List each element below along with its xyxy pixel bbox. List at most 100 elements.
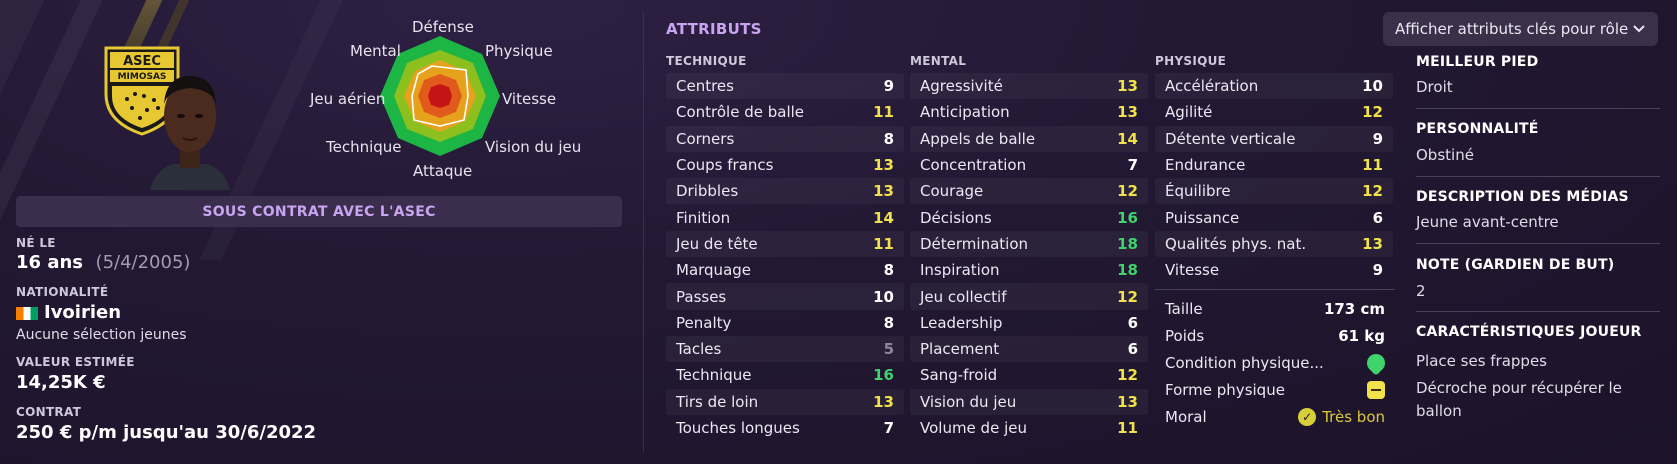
goalkeeper-rating-value: 2 xyxy=(1416,282,1426,300)
radar-label-attaque: Attaque xyxy=(413,162,473,180)
technique-attribute-list: Centres 9 Contrôle de balle 11 Corners 8 Coups… xyxy=(666,73,904,441)
key-attributes-role-dropdown[interactable]: Afficher attributs clés pour rôle xyxy=(1383,12,1658,46)
attribute-value: 13 xyxy=(1117,103,1138,122)
attribute-value: 10 xyxy=(873,287,894,306)
player-traits-label: CARACTÉRISTIQUES JOUEUR xyxy=(1416,324,1642,340)
attribute-name: Endurance xyxy=(1165,156,1246,175)
attribute-value: 13 xyxy=(1362,234,1383,253)
attribute-row-technique[interactable]: Touches longues 7 xyxy=(666,415,904,441)
attribute-row-technique[interactable]: Centres 9 xyxy=(666,73,904,100)
attribute-name: Détente verticale xyxy=(1165,129,1296,148)
attribute-row-mental[interactable]: Jeu collectif 12 xyxy=(910,283,1148,310)
born-label: NÉ LE xyxy=(16,236,56,250)
attribute-name: Décisions xyxy=(920,208,992,227)
attribute-row-technique[interactable]: Contrôle de balle 11 xyxy=(666,99,904,125)
attribute-row-mental[interactable]: Concentration 7 xyxy=(910,152,1148,178)
attribute-row-mental[interactable]: Leadership 6 xyxy=(910,310,1148,336)
attribute-value: 14 xyxy=(873,208,894,227)
weight-value: 61 kg xyxy=(1338,326,1385,345)
attribute-name: Agilité xyxy=(1165,103,1213,122)
attribute-row-mental[interactable]: Décisions 16 xyxy=(910,204,1148,230)
attribute-row-technique[interactable]: Dribbles 13 xyxy=(666,178,904,205)
morale-label: Moral xyxy=(1165,407,1207,426)
trait-item-continued: ballon xyxy=(1416,402,1462,420)
ivory-coast-flag-icon xyxy=(16,306,38,320)
technique-header: TECHNIQUE xyxy=(666,54,747,68)
attribute-row-technique[interactable]: Penalty 8 xyxy=(666,310,904,336)
attribute-name: Contrôle de balle xyxy=(676,103,805,122)
attribute-row-physique[interactable]: Puissance 6 xyxy=(1155,204,1393,230)
attribute-row-technique[interactable]: Passes 10 xyxy=(666,283,904,310)
attribute-row-mental[interactable]: Placement 6 xyxy=(910,335,1148,363)
morale-value: Très bon xyxy=(1322,407,1385,426)
attribute-name: Technique xyxy=(676,366,752,385)
attribute-row-physique[interactable]: Détente verticale 9 xyxy=(1155,125,1393,152)
attribute-name: Appels de balle xyxy=(920,129,1036,148)
nationality-label: NATIONALITÉ xyxy=(16,285,109,299)
attribute-name: Puissance xyxy=(1165,208,1240,227)
radar-label-mental: Mental xyxy=(350,42,401,60)
trait-item[interactable]: Décroche pour récupérer le xyxy=(1416,379,1622,397)
media-description-label: DESCRIPTION DES MÉDIAS xyxy=(1416,189,1629,205)
goalkeeper-rating-label: NOTE (GARDIEN DE BUT) xyxy=(1416,257,1615,273)
trait-item[interactable]: Place ses frappes xyxy=(1416,352,1547,370)
attribute-value: 12 xyxy=(1117,287,1138,306)
attribute-name: Penalty xyxy=(676,313,732,332)
attribute-value: 9 xyxy=(883,77,894,96)
radar-label-technique: Technique xyxy=(326,138,402,156)
value-label: VALEUR ESTIMÉE xyxy=(16,355,135,369)
attribute-name: Centres xyxy=(676,77,734,96)
attribute-row-technique[interactable]: Jeu de tête 11 xyxy=(666,230,904,258)
attribute-row-mental[interactable]: Anticipation 13 xyxy=(910,99,1148,125)
condition-row[interactable]: Condition physique... xyxy=(1155,349,1395,376)
attribute-row-mental[interactable]: Vision du jeu 13 xyxy=(910,388,1148,415)
attribute-row-physique[interactable]: Équilibre 12 xyxy=(1155,178,1393,205)
attribute-value: 12 xyxy=(1362,103,1383,122)
attribute-value: 11 xyxy=(1117,419,1138,437)
morale-row[interactable]: Moral ✓ Très bon xyxy=(1155,403,1395,430)
weight-row: Poids 61 kg xyxy=(1155,322,1395,349)
attribute-name: Marquage xyxy=(676,261,752,280)
attribute-row-physique[interactable]: Accélération 10 xyxy=(1155,73,1393,100)
age-value: 16 ans (5/4/2005) xyxy=(16,252,190,273)
nationality: Ivoirien xyxy=(44,302,122,323)
attribute-value: 11 xyxy=(873,234,894,253)
attribute-row-mental[interactable]: Volume de jeu 11 xyxy=(910,415,1148,441)
right-separator xyxy=(1416,108,1660,109)
attribute-row-technique[interactable]: Marquage 8 xyxy=(666,257,904,283)
attribute-row-technique[interactable]: Corners 8 xyxy=(666,125,904,152)
attribute-row-technique[interactable]: Technique 16 xyxy=(666,362,904,388)
attribute-row-mental[interactable]: Appels de balle 14 xyxy=(910,125,1148,152)
attribute-row-technique[interactable]: Tacles 5 xyxy=(666,335,904,363)
attribute-value: 16 xyxy=(1117,208,1138,227)
attribute-row-mental[interactable]: Agressivité 13 xyxy=(910,73,1148,100)
attribute-name: Qualités phys. nat. xyxy=(1165,234,1307,253)
chevron-down-icon xyxy=(1633,25,1645,33)
attribute-row-mental[interactable]: Détermination 18 xyxy=(910,230,1148,258)
attribute-row-technique[interactable]: Tirs de loin 13 xyxy=(666,388,904,415)
attribute-row-technique[interactable]: Finition 14 xyxy=(666,204,904,230)
attribute-value: 8 xyxy=(883,129,894,148)
attribute-row-mental[interactable]: Sang-froid 12 xyxy=(910,362,1148,388)
contract-label: CONTRAT xyxy=(16,405,82,419)
attribute-name: Leadership xyxy=(920,313,1003,332)
personality-label: PERSONNALITÉ xyxy=(1416,121,1539,137)
attribute-row-technique[interactable]: Coups francs 13 xyxy=(666,152,904,178)
attribute-value: 10 xyxy=(1362,77,1383,96)
attribute-row-physique[interactable]: Agilité 12 xyxy=(1155,99,1393,125)
attribute-row-mental[interactable]: Inspiration 18 xyxy=(910,257,1148,283)
attribute-row-mental[interactable]: Courage 12 xyxy=(910,178,1148,205)
attribute-row-physique[interactable]: Qualités phys. nat. 13 xyxy=(1155,230,1393,258)
personality-value: Obstiné xyxy=(1416,146,1474,164)
physique-attribute-list: Accélération 10 Agilité 12 Détente verticale… xyxy=(1155,73,1393,283)
radar-label-jeu-aerien: Jeu aérien xyxy=(310,90,386,108)
radar-label-vision: Vision du jeu xyxy=(485,138,582,156)
form-row[interactable]: Forme physique xyxy=(1155,376,1395,403)
attribute-row-physique[interactable]: Vitesse 9 xyxy=(1155,257,1393,283)
attribute-row-physique[interactable]: Endurance 11 xyxy=(1155,152,1393,178)
attribute-name: Sang-froid xyxy=(920,366,998,385)
nationality-value[interactable]: Ivoirien xyxy=(16,302,121,323)
attribute-name: Courage xyxy=(920,182,984,201)
radar-label-vitesse: Vitesse xyxy=(502,90,557,108)
condition-label: Condition physique... xyxy=(1165,353,1324,372)
